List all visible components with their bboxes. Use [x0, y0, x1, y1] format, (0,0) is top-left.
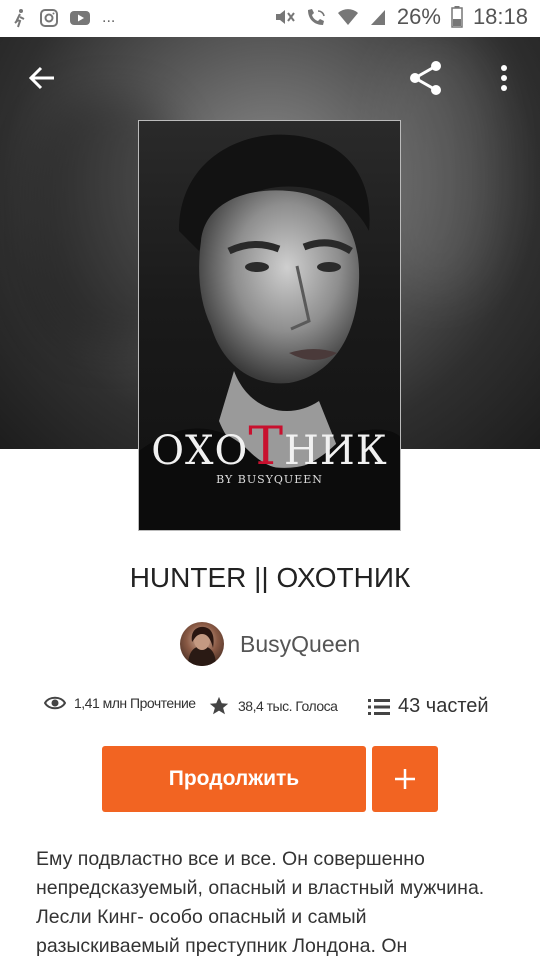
book-stats: 1,41 млн Прочтение 38,4 тыс. Голоса 43 ч… — [44, 695, 514, 725]
share-icon — [410, 61, 441, 95]
walking-person-icon — [14, 9, 25, 28]
eye-icon — [44, 696, 66, 710]
instagram-icon — [40, 9, 58, 27]
avatar[interactable] — [180, 622, 224, 666]
continue-reading-button[interactable]: Продолжить — [102, 746, 366, 812]
cover-title: ОХОТНИК — [151, 417, 388, 477]
add-to-library-button[interactable] — [372, 746, 438, 812]
plus-icon — [395, 769, 415, 789]
more-notifications-glyph: ... — [102, 9, 116, 26]
status-bar: ... 26% 18:18 — [0, 0, 540, 37]
cover-title-red-letter: Т — [248, 417, 284, 477]
reads-count: 1,41 млн Прочтение — [74, 695, 196, 711]
reads-stat: 1,41 млн Прочтение — [44, 695, 196, 711]
votes-stat: 38,4 тыс. Голоса — [208, 695, 338, 717]
author-link[interactable]: BusyQueen — [180, 622, 360, 666]
book-cover[interactable]: ОХОТНИК BY BUSYQUEEN — [138, 120, 401, 531]
author-name[interactable]: BusyQueen — [240, 631, 360, 658]
status-left-icons: ... — [12, 6, 115, 30]
more-options-button[interactable] — [482, 56, 526, 100]
parts-stat[interactable]: 43 частей — [368, 695, 489, 718]
battery-percent: 26% — [396, 4, 441, 29]
book-description: Ему подвластно все и все. Он совершенно … — [36, 848, 485, 957]
wifi-call-icon — [307, 9, 325, 25]
youtube-icon — [70, 11, 90, 25]
clock: 18:18 — [472, 4, 528, 29]
vertical-dots-icon — [501, 65, 507, 91]
votes-count: 38,4 тыс. Голоса — [238, 698, 338, 714]
mute-icon — [275, 10, 295, 24]
arrow-left-icon — [28, 66, 54, 90]
status-right-icons: 26% 18:18 — [273, 4, 528, 30]
star-icon — [209, 696, 229, 715]
battery-icon — [451, 6, 463, 28]
list-icon — [368, 698, 390, 715]
book-title: HUNTER || ОХОТНИК — [129, 562, 411, 593]
back-button[interactable] — [20, 56, 64, 100]
parts-count[interactable]: 43 частей — [398, 695, 489, 718]
signal-icon — [370, 10, 385, 25]
share-button[interactable] — [404, 56, 448, 100]
wifi-icon — [337, 9, 358, 25]
cover-byline: BY BUSYQUEEN — [216, 473, 323, 486]
